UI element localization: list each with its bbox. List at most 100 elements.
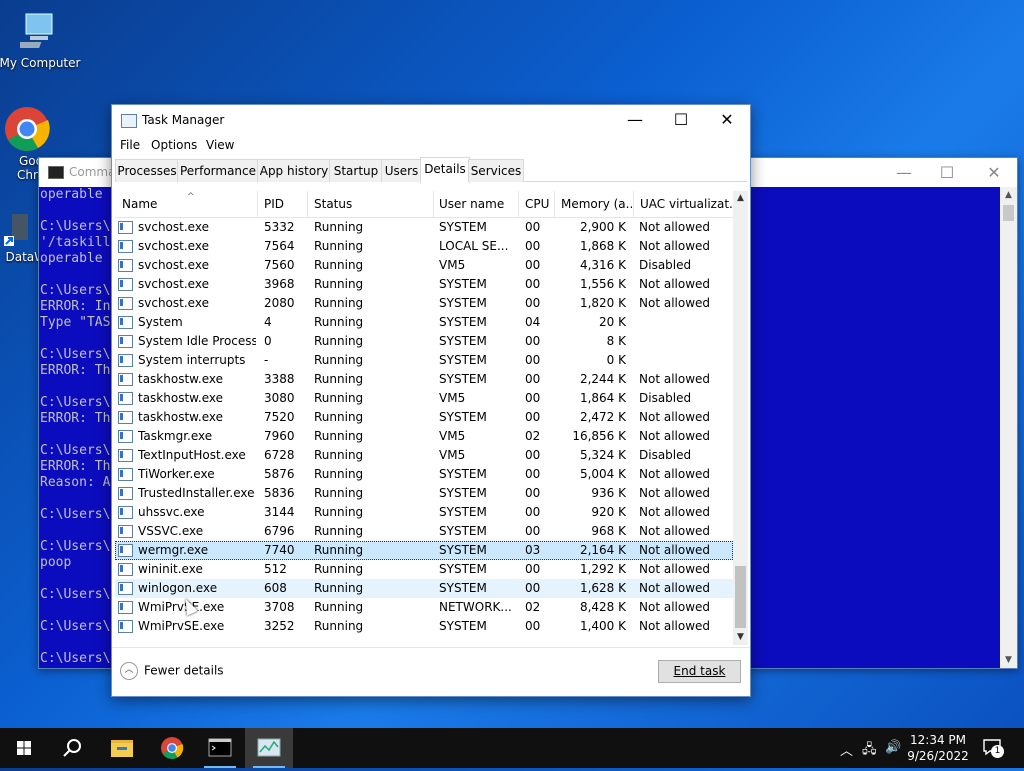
process-icon: [118, 411, 133, 424]
menu-options[interactable]: Options: [151, 138, 197, 152]
scroll-down-arrow-icon[interactable]: ▼: [733, 630, 748, 645]
fewer-details-button[interactable]: ︿ Fewer details: [120, 662, 224, 680]
tab-details[interactable]: Details: [420, 157, 470, 183]
cell-name: uhssvc.exe: [138, 505, 205, 519]
clock-date: 9/26/2022: [907, 749, 969, 763]
column-header-user-name[interactable]: User name: [433, 191, 519, 217]
cell-status: Running: [314, 524, 364, 538]
scroll-down-arrow-icon[interactable]: ▼: [1000, 652, 1017, 668]
taskbar-chrome[interactable]: [148, 728, 196, 768]
console-maximize-button[interactable]: ☐: [927, 162, 967, 184]
scroll-thumb[interactable]: [735, 566, 746, 628]
table-scrollbar[interactable]: ▲ ▼: [733, 191, 748, 645]
cell-status: Running: [314, 296, 364, 310]
start-button[interactable]: [0, 728, 48, 768]
cell-user-name: VM5: [439, 391, 466, 405]
minimize-button[interactable]: —: [612, 105, 658, 135]
cell-status: Running: [314, 486, 364, 500]
table-row[interactable]: svchost.exe 2080 Running SYSTEM 00 1,820 K Not…: [115, 294, 733, 313]
cell-uac: Not allowed: [639, 372, 711, 386]
table-row[interactable]: WmiPrvSE.exe 3252 Running SYSTEM 00 1,400 K No…: [115, 617, 733, 636]
tab-startup[interactable]: Startup: [329, 159, 383, 182]
table-row[interactable]: System Idle Process 0 Running SYSTEM 00 8 K: [115, 332, 733, 351]
console-close-button[interactable]: ✕: [974, 162, 1014, 184]
cell-status: Running: [314, 372, 364, 386]
table-row[interactable]: System 4 Running SYSTEM 04 20 K: [115, 313, 733, 332]
task-manager-titlebar[interactable]: Task Manager — ☐ ✕: [112, 105, 750, 135]
cell-memory: 968 K: [591, 524, 626, 538]
table-row[interactable]: taskhostw.exe 3388 Running SYSTEM 00 2,244 K N…: [115, 370, 733, 389]
tab-users[interactable]: Users: [381, 159, 422, 182]
cell-status: Running: [314, 543, 364, 557]
table-row[interactable]: taskhostw.exe 3080 Running VM5 00 1,864 K Disa…: [115, 389, 733, 408]
task-manager-window[interactable]: Task Manager — ☐ ✕ File Options View Pro…: [111, 104, 751, 697]
cell-memory: 1,292 K: [579, 562, 626, 576]
table-row[interactable]: svchost.exe 7564 Running LOCAL SE... 00 1,868…: [115, 237, 733, 256]
process-icon: [118, 278, 133, 291]
cell-name: VSSVC.exe: [138, 524, 204, 538]
clock[interactable]: 12:34 PM 9/26/2022: [902, 732, 974, 764]
network-icon[interactable]: 🖧: [862, 740, 877, 762]
window-title: Task Manager: [142, 113, 225, 127]
maximize-button[interactable]: ☐: [658, 105, 704, 135]
cell-pid: 3388: [264, 372, 295, 386]
column-header-status[interactable]: Status: [308, 191, 434, 217]
tab-app-history[interactable]: App history: [257, 159, 331, 182]
console-minimize-button[interactable]: —: [884, 162, 924, 184]
volume-icon[interactable]: 🔊: [885, 740, 901, 755]
taskbar-file-explorer[interactable]: [98, 728, 146, 768]
table-row[interactable]: Taskmgr.exe 7960 Running VM5 02 16,856 K Not a…: [115, 427, 733, 446]
cell-name: svchost.exe: [138, 258, 209, 272]
table-row[interactable]: System interrupts - Running SYSTEM 00 0 K: [115, 351, 733, 370]
cell-uac: Not allowed: [639, 220, 711, 234]
table-row[interactable]: TrustedInstaller.exe 5836 Running SYSTEM 00 9…: [115, 484, 733, 503]
show-hidden-icons-chevron-icon[interactable]: ︿: [840, 740, 853, 759]
menu-view[interactable]: View: [206, 138, 234, 152]
column-header-cpu[interactable]: CPU: [519, 191, 555, 217]
cell-name: taskhostw.exe: [138, 372, 223, 386]
action-center-button[interactable]: 1: [980, 736, 1010, 760]
process-details-table[interactable]: Name PID Status User name CPU Memory (a.…: [115, 191, 733, 645]
cell-cpu: 04: [525, 315, 541, 329]
sort-ascending-icon: ^: [187, 192, 195, 202]
chrome-icon: [4, 106, 50, 152]
cell-name: WmiPrvSE.exe: [138, 619, 225, 633]
taskbar-task-manager[interactable]: [245, 728, 293, 768]
scroll-up-arrow-icon[interactable]: ▲: [1000, 187, 1017, 203]
table-row[interactable]: uhssvc.exe 3144 Running SYSTEM 00 920 K Not al…: [115, 503, 733, 522]
end-task-button[interactable]: End task: [658, 660, 741, 683]
column-header-pid[interactable]: PID: [258, 191, 308, 217]
table-row[interactable]: winlogon.exe 608 Running SYSTEM 00 1,628 K Not…: [115, 579, 733, 598]
table-row[interactable]: VSSVC.exe 6796 Running SYSTEM 00 968 K Not all…: [115, 522, 733, 541]
cell-uac: Not allowed: [639, 543, 711, 557]
scroll-up-arrow-icon[interactable]: ▲: [733, 191, 748, 206]
menu-bar: File Options View: [112, 135, 750, 155]
desktop-icon-my-computer[interactable]: My Computer: [0, 10, 82, 70]
menu-file[interactable]: File: [120, 138, 140, 152]
table-row[interactable]: wininit.exe 512 Running SYSTEM 00 1,292 K Not …: [115, 560, 733, 579]
process-icon: [118, 354, 133, 367]
search-button[interactable]: [48, 728, 96, 768]
taskbar-command-prompt[interactable]: [196, 728, 244, 768]
table-row[interactable]: TiWorker.exe 5876 Running SYSTEM 00 5,004 K No…: [115, 465, 733, 484]
cell-user-name: SYSTEM: [439, 581, 487, 595]
cell-uac: Not allowed: [639, 505, 711, 519]
table-row[interactable]: svchost.exe 5332 Running SYSTEM 00 2,900 K Not…: [115, 218, 733, 237]
column-header-uac[interactable]: UAC virtualizat...: [634, 191, 733, 217]
tab-services[interactable]: Services: [468, 159, 524, 182]
table-row[interactable]: taskhostw.exe 7520 Running SYSTEM 00 2,472 K N…: [115, 408, 733, 427]
cell-uac: Disabled: [639, 448, 692, 462]
table-row[interactable]: wermgr.exe 7740 Running SYSTEM 03 2,164 K Not …: [115, 541, 733, 560]
table-row[interactable]: TextInputHost.exe 6728 Running VM5 00 5,324 K…: [115, 446, 733, 465]
table-row[interactable]: svchost.exe 3968 Running SYSTEM 00 1,556 K Not…: [115, 275, 733, 294]
table-row[interactable]: svchost.exe 7560 Running VM5 00 4,316 K Disabl…: [115, 256, 733, 275]
column-header-memory[interactable]: Memory (a...: [555, 191, 634, 217]
close-button[interactable]: ✕: [704, 105, 750, 135]
table-row[interactable]: WmiPrvSE.exe 3708 Running NETWORK... 02 8,428…: [115, 598, 733, 617]
scroll-thumb[interactable]: [1003, 205, 1014, 221]
cell-memory: 8,428 K: [579, 600, 626, 614]
cell-status: Running: [314, 600, 364, 614]
console-scrollbar[interactable]: ▲ ▼: [1000, 187, 1017, 668]
tab-performance[interactable]: Performance: [177, 159, 259, 182]
tab-processes[interactable]: Processes: [115, 159, 179, 182]
